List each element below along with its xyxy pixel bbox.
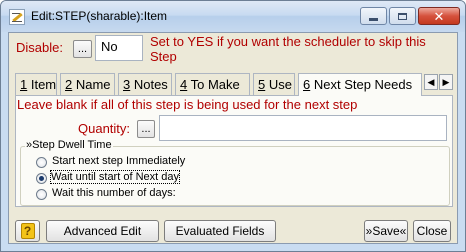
help-icon: ? — [20, 223, 35, 239]
radio-start-immediately-label[interactable]: Start next step Immediately — [52, 155, 185, 167]
disable-lookup-button[interactable]: ... — [73, 40, 92, 58]
tab-to-make[interactable]: 4 To Make — [175, 73, 250, 95]
arrow-left-icon: ◀ — [427, 76, 435, 87]
minimize-icon — [369, 17, 378, 21]
tab-notes[interactable]: 3 Notes — [118, 73, 172, 95]
dialog-client-area: Disable: ... No Set to YES if you want t… — [8, 32, 458, 244]
disable-help-text: Set to YES if you want the scheduler to … — [150, 34, 450, 64]
evaluated-fields-button[interactable]: Evaluated Fields — [164, 220, 276, 242]
radio-wait-next-day-label[interactable]: Wait until start of Next day — [50, 170, 180, 184]
quantity-field[interactable] — [159, 115, 447, 141]
tab-next-step-needs[interactable]: 6 Next Step Needs — [298, 73, 422, 96]
disable-help-line-2: Step — [150, 49, 177, 64]
arrow-right-icon: ▶ — [442, 76, 450, 87]
radio-wait-next-day[interactable] — [36, 173, 47, 184]
disable-field[interactable]: No — [95, 35, 143, 61]
app-edit-icon — [9, 9, 25, 25]
tab-strip: 1 Item 2 Name 3 Notes 4 To Make 5 Use 6 … — [15, 73, 453, 96]
help-button[interactable]: ? — [15, 220, 40, 242]
maximize-button[interactable] — [389, 7, 416, 25]
title-bar[interactable]: Edit:STEP(sharable):Item ✕ — [1, 1, 465, 32]
tab-scroll-left-button[interactable]: ◀ — [424, 74, 438, 90]
disable-help-line-1: Set to YES if you want the scheduler to … — [150, 34, 426, 49]
tab-scroll-right-button[interactable]: ▶ — [439, 74, 453, 90]
save-button[interactable]: »Save« — [364, 220, 408, 242]
disable-label: Disable: — [16, 40, 63, 55]
tab-use[interactable]: 5 Use — [253, 73, 295, 95]
quantity-label: Quantity: — [78, 121, 131, 136]
close-icon: ✕ — [433, 8, 445, 24]
minimize-button[interactable] — [360, 7, 387, 25]
maximize-icon — [398, 12, 407, 20]
radio-wait-number-of-days-label[interactable]: Wait this number of days: — [52, 187, 176, 199]
window-title: Edit:STEP(sharable):Item — [31, 9, 168, 23]
close-button[interactable]: Close — [413, 220, 451, 242]
tab-item[interactable]: 1 Item — [15, 73, 57, 95]
radio-start-immediately[interactable] — [36, 157, 47, 168]
step-dwell-time-title: »Step Dwell Time — [25, 139, 113, 151]
radio-wait-number-of-days[interactable] — [36, 189, 47, 200]
quantity-lookup-button[interactable]: ... — [137, 120, 155, 138]
tab-name[interactable]: 2 Name — [60, 73, 115, 95]
panel-instruction: Leave blank if all of this step is being… — [17, 97, 358, 112]
advanced-edit-button[interactable]: Advanced Edit — [46, 220, 159, 242]
close-window-button[interactable]: ✕ — [418, 7, 460, 25]
edit-step-window: Edit:STEP(sharable):Item ✕ Disable: ... … — [0, 0, 466, 252]
